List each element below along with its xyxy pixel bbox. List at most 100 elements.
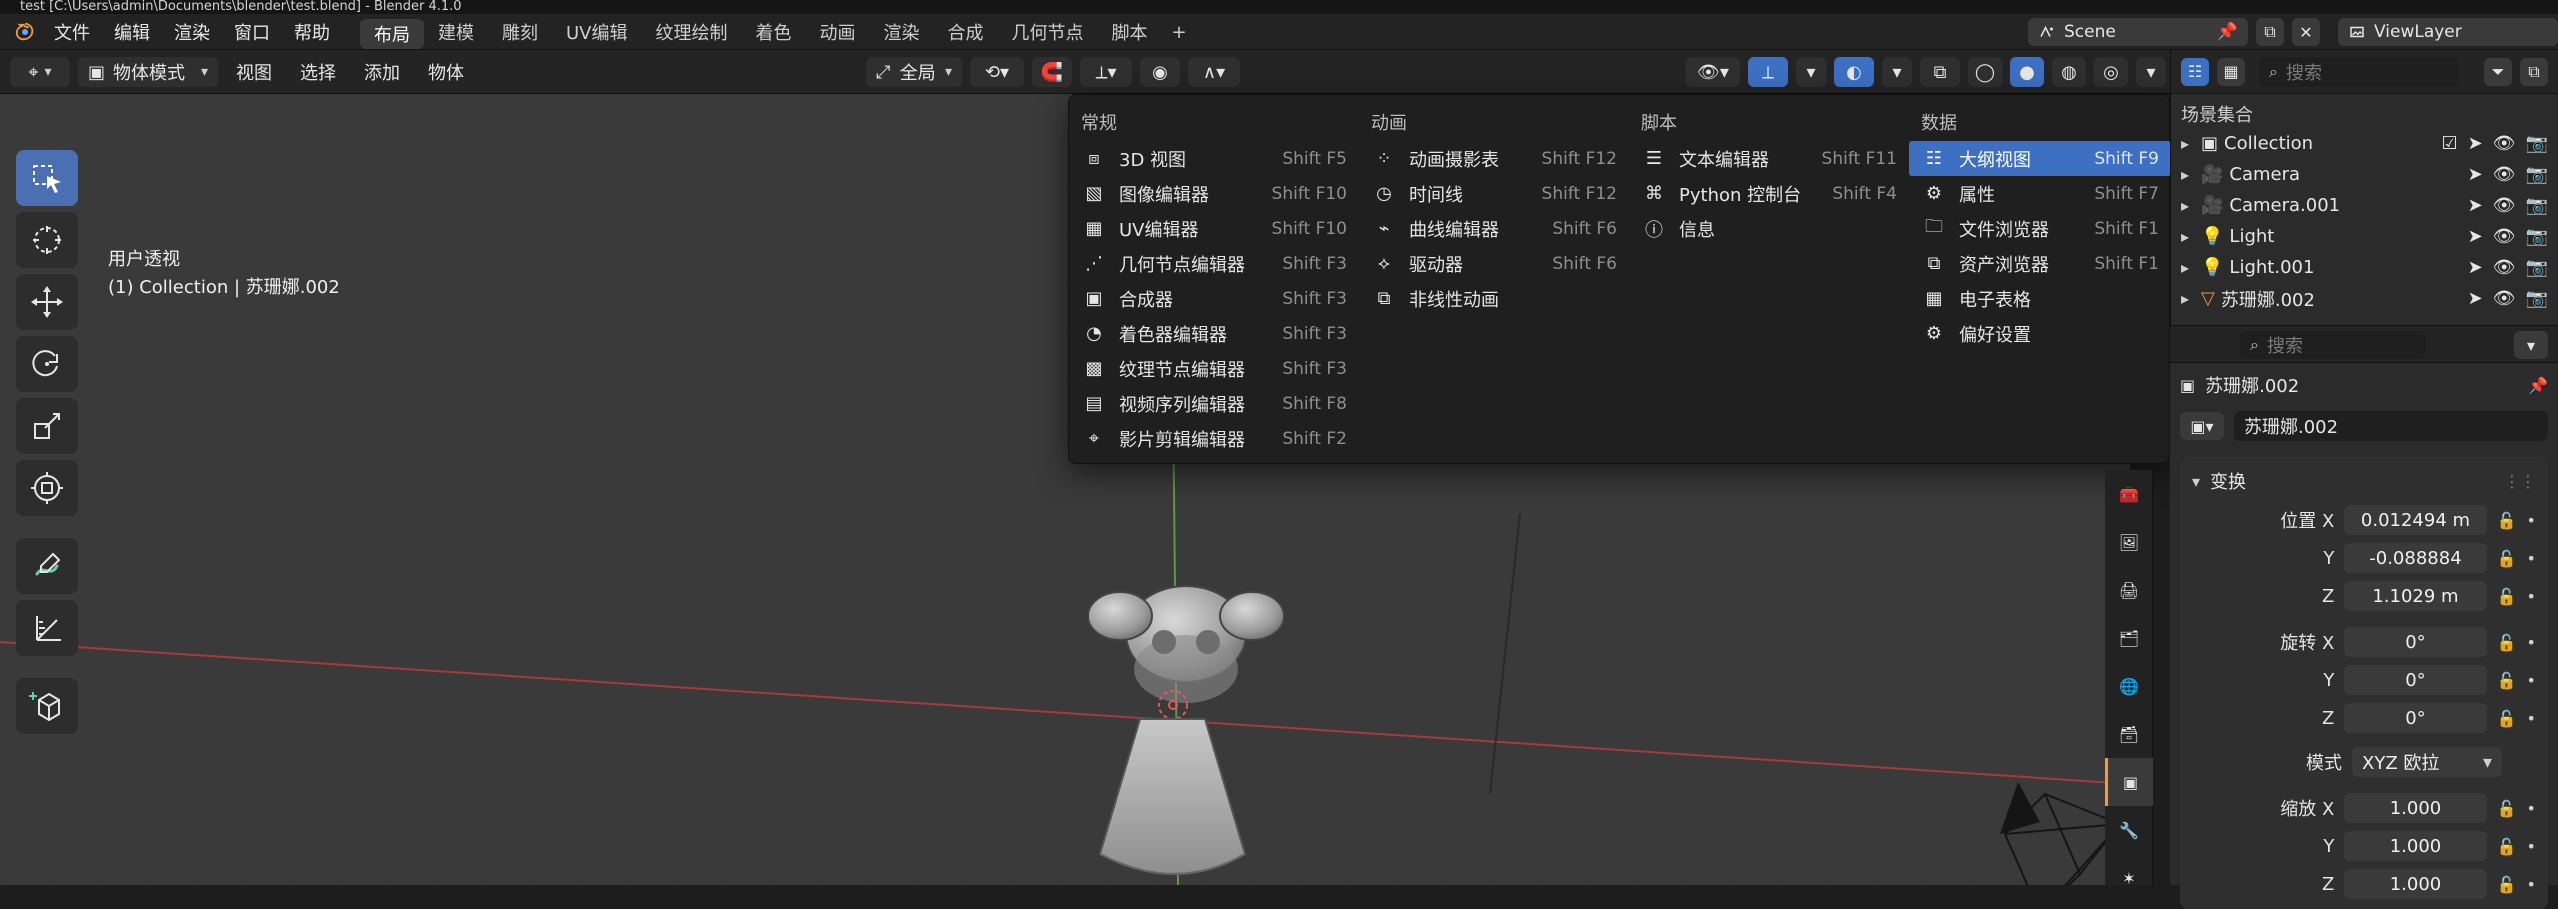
- menu-render[interactable]: 渲染: [162, 14, 222, 50]
- editor-menu-item[interactable]: ⁘ 动画摄影表 Shift F12: [1359, 141, 1629, 176]
- gizmo-dropdown[interactable]: ▾: [1796, 57, 1826, 87]
- editor-menu-item[interactable]: ▦ 电子表格: [1909, 281, 2171, 316]
- chevron-right-icon[interactable]: ▸: [2181, 258, 2201, 277]
- shading-solid[interactable]: ●: [2010, 57, 2044, 87]
- keyframe-dot-icon[interactable]: •: [2527, 799, 2536, 818]
- outliner-editor-type-icon[interactable]: ☷: [2181, 57, 2209, 86]
- editor-menu-item[interactable]: ⧉ 资产浏览器 Shift F1: [1909, 246, 2171, 281]
- selectable-icon[interactable]: ➤: [2468, 226, 2483, 247]
- rotation-z-field[interactable]: 0°: [2344, 703, 2487, 733]
- new-collection-icon[interactable]: ⧉: [2520, 57, 2548, 86]
- eye-icon[interactable]: 👁: [2493, 195, 2516, 216]
- eye-icon[interactable]: 👁: [2493, 226, 2516, 247]
- collection-tab-icon[interactable]: 🗃: [2105, 710, 2153, 758]
- lock-icon[interactable]: 🔓: [2497, 587, 2517, 606]
- workspace-tab-compositing[interactable]: 合成: [934, 14, 998, 50]
- editor-menu-item-active[interactable]: ☷ 大纲视图 Shift F9: [1909, 141, 2171, 176]
- outliner-display-mode-icon[interactable]: ▦: [2217, 57, 2245, 86]
- selectable-icon[interactable]: ➤: [2468, 133, 2483, 154]
- outliner-row-light[interactable]: ▸ 💡 Light ➤ 👁 📷: [2171, 221, 2558, 252]
- scene-new-icon[interactable]: ⧉: [2256, 18, 2284, 46]
- lock-icon[interactable]: 🔓: [2497, 511, 2517, 530]
- scale-y-field[interactable]: 1.000: [2344, 831, 2487, 861]
- location-y-field[interactable]: -0.088884: [2344, 543, 2487, 573]
- filter-icon[interactable]: ⏷: [2484, 57, 2512, 86]
- chevron-right-icon[interactable]: ▸: [2181, 196, 2201, 215]
- proportional-editing-toggle[interactable]: ◉: [1140, 57, 1180, 87]
- menu-help[interactable]: 帮助: [282, 14, 342, 50]
- workspace-tab-geometry-nodes[interactable]: 几何节点: [998, 14, 1098, 50]
- render-tab-icon[interactable]: 🖼: [2105, 518, 2153, 566]
- editor-menu-item[interactable]: ⚙ 偏好设置: [1909, 316, 2171, 351]
- chevron-right-icon[interactable]: ▸: [2181, 165, 2201, 184]
- editor-menu-item[interactable]: ⌁ 曲线编辑器 Shift F6: [1359, 211, 1629, 246]
- snap-options[interactable]: ⟂▾: [1080, 57, 1132, 87]
- editor-menu-item[interactable]: ◔ 着色器编辑器 Shift F3: [1069, 316, 1359, 351]
- chevron-right-icon[interactable]: ▸: [2181, 227, 2201, 246]
- scene-selector[interactable]: Scene 📌: [2028, 18, 2248, 46]
- viewlayer-selector[interactable]: ViewLayer: [2338, 18, 2558, 46]
- workspace-tab-scripting[interactable]: 脚本: [1098, 14, 1162, 50]
- workspace-tab-sculpting[interactable]: 雕刻: [488, 14, 552, 50]
- scale-x-field[interactable]: 1.000: [2344, 793, 2487, 823]
- keyframe-dot-icon[interactable]: •: [2527, 511, 2536, 530]
- checkbox-icon[interactable]: ☑: [2441, 133, 2457, 154]
- properties-search[interactable]: ⌕ 搜索: [2240, 331, 2426, 359]
- keyframe-dot-icon[interactable]: •: [2527, 671, 2536, 690]
- editor-menu-item[interactable]: ⓘ 信息: [1629, 211, 1909, 246]
- workspace-tab-modeling[interactable]: 建模: [424, 14, 488, 50]
- gizmo-toggle[interactable]: ⟂: [1748, 57, 1788, 87]
- transform-panel-header[interactable]: ▾ 变换 ⋮⋮: [2192, 467, 2536, 495]
- lock-icon[interactable]: 🔓: [2497, 671, 2517, 690]
- editor-menu-item[interactable]: ◷ 时间线 Shift F12: [1359, 176, 1629, 211]
- editor-menu-item[interactable]: ▣ 合成器 Shift F3: [1069, 281, 1359, 316]
- editor-menu-item[interactable]: ▤ 视频序列编辑器 Shift F8: [1069, 386, 1359, 421]
- scale-tool[interactable]: [16, 398, 78, 454]
- editor-menu-item[interactable]: ⧈ 3D 视图 Shift F5: [1069, 141, 1359, 176]
- menu-edit[interactable]: 编辑: [102, 14, 162, 50]
- visibility-dropdown[interactable]: 👁▾: [1686, 57, 1740, 87]
- eye-icon[interactable]: 👁: [2493, 288, 2516, 309]
- object-datablock-icon[interactable]: ▣▾: [2180, 412, 2224, 440]
- workspace-tab-rendering[interactable]: 渲染: [870, 14, 934, 50]
- object-datablock-field[interactable]: 苏珊娜.002: [2234, 411, 2548, 441]
- workspace-tab-animation[interactable]: 动画: [806, 14, 870, 50]
- view-layer-tab-icon[interactable]: 🗂: [2105, 614, 2153, 662]
- workspace-tab-layout[interactable]: 布局: [360, 18, 424, 49]
- scale-z-field[interactable]: 1.000: [2344, 869, 2487, 899]
- location-z-field[interactable]: 1.1029 m: [2344, 581, 2487, 611]
- lock-icon[interactable]: 🔓: [2497, 837, 2517, 856]
- rotate-tool[interactable]: [16, 336, 78, 392]
- editor-menu-item[interactable]: ▩ 纹理节点编辑器 Shift F3: [1069, 351, 1359, 386]
- header-menu-add[interactable]: 添加: [354, 59, 410, 85]
- outliner-row-collection[interactable]: ▸ ▣ Collection ☑ ➤ 👁 📷: [2171, 128, 2558, 159]
- keyframe-dot-icon[interactable]: •: [2527, 875, 2536, 894]
- editor-menu-item[interactable]: ⌘ Python 控制台 Shift F4: [1629, 176, 1909, 211]
- lock-icon[interactable]: 🔓: [2497, 549, 2517, 568]
- selectable-icon[interactable]: ➤: [2468, 288, 2483, 309]
- cursor-tool[interactable]: [16, 212, 78, 268]
- snap-toggle[interactable]: 🧲: [1032, 57, 1072, 87]
- xray-toggle[interactable]: ⧉: [1920, 57, 1960, 87]
- menu-window[interactable]: 窗口: [222, 14, 282, 50]
- editor-menu-item[interactable]: ⟡ 驱动器 Shift F6: [1359, 246, 1629, 281]
- output-tab-icon[interactable]: 🖨: [2105, 566, 2153, 614]
- shading-dropdown[interactable]: ▾: [2136, 57, 2166, 87]
- workspace-tab-texture-paint[interactable]: 纹理绘制: [642, 14, 742, 50]
- transform-orientation-dropdown[interactable]: ⤢ 全局 ▾: [866, 57, 962, 87]
- camera-icon[interactable]: 📷: [2526, 133, 2548, 154]
- eye-icon[interactable]: 👁: [2493, 257, 2516, 278]
- editor-type-button[interactable]: ⌖ ▾: [10, 57, 70, 87]
- shading-material[interactable]: ◍: [2052, 57, 2086, 87]
- properties-options-icon[interactable]: ▾: [2514, 331, 2548, 359]
- rotation-y-field[interactable]: 0°: [2344, 665, 2487, 695]
- measure-tool[interactable]: [16, 600, 78, 656]
- pin-icon[interactable]: 📌: [2217, 22, 2238, 42]
- editor-menu-item[interactable]: ⧉ 非线性动画: [1359, 281, 1629, 316]
- overlays-dropdown[interactable]: ▾: [1882, 57, 1912, 87]
- keyframe-dot-icon[interactable]: •: [2527, 587, 2536, 606]
- camera-icon[interactable]: 📷: [2526, 288, 2548, 309]
- editor-menu-item[interactable]: ⌖ 影片剪辑编辑器 Shift F2: [1069, 421, 1359, 456]
- lock-icon[interactable]: 🔓: [2497, 709, 2517, 728]
- editor-menu-item[interactable]: ☰ 文本编辑器 Shift F11: [1629, 141, 1909, 176]
